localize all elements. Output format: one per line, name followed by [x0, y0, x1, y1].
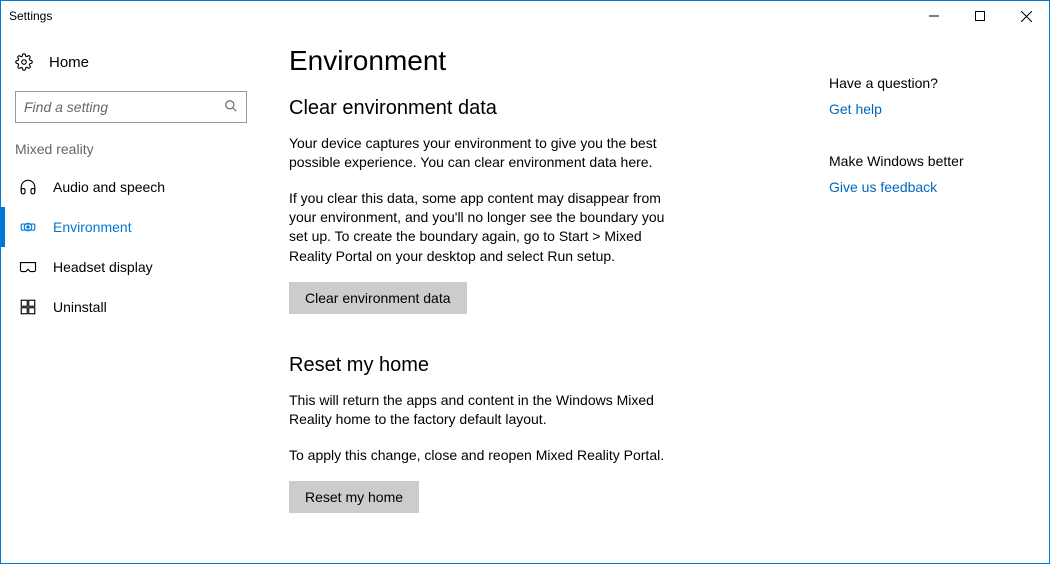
minimize-icon — [929, 11, 939, 21]
search-box[interactable] — [15, 91, 247, 123]
window-controls — [911, 1, 1049, 31]
search-input[interactable] — [24, 99, 224, 115]
clear-environment-data-button[interactable]: Clear environment data — [289, 282, 467, 314]
section-heading: Clear environment data — [289, 97, 819, 120]
titlebar: Settings — [1, 1, 1049, 31]
help-block: Have a question? Get help — [829, 75, 964, 117]
sidebar: Home Mixed reality Audio and speech Envi… — [1, 31, 271, 563]
sidebar-item-audio-and-speech[interactable]: Audio and speech — [1, 167, 271, 207]
environment-icon — [19, 218, 37, 236]
window-title: Settings — [9, 9, 52, 23]
help-panel: Have a question? Get help Make Windows b… — [819, 45, 964, 563]
section-text: Your device captures your environment to… — [289, 134, 669, 173]
page-title: Environment — [289, 45, 819, 77]
close-button[interactable] — [1003, 1, 1049, 31]
minimize-button[interactable] — [911, 1, 957, 31]
sidebar-item-label: Audio and speech — [53, 179, 165, 195]
section-text: If you clear this data, some app content… — [289, 189, 669, 266]
help-heading: Have a question? — [829, 75, 964, 91]
get-help-link[interactable]: Get help — [829, 101, 964, 117]
search-wrap — [1, 83, 271, 141]
headset-icon — [19, 260, 37, 274]
section-heading: Reset my home — [289, 354, 819, 377]
feedback-heading: Make Windows better — [829, 153, 964, 169]
section-text: To apply this change, close and reopen M… — [289, 446, 669, 465]
content: Home Mixed reality Audio and speech Envi… — [1, 31, 1049, 563]
headphones-icon — [19, 178, 37, 196]
home-label: Home — [49, 54, 89, 71]
give-feedback-link[interactable]: Give us feedback — [829, 179, 964, 195]
sidebar-item-environment[interactable]: Environment — [1, 207, 271, 247]
reset-my-home-button[interactable]: Reset my home — [289, 481, 419, 513]
search-icon — [224, 99, 238, 116]
maximize-button[interactable] — [957, 1, 1003, 31]
sidebar-item-label: Environment — [53, 219, 132, 235]
category-label: Mixed reality — [1, 141, 271, 167]
feedback-block: Make Windows better Give us feedback — [829, 153, 964, 195]
sidebar-item-label: Headset display — [53, 259, 153, 275]
main: Environment Clear environment data Your … — [271, 31, 1049, 563]
close-icon — [1021, 11, 1032, 22]
maximize-icon — [975, 11, 985, 21]
uninstall-icon — [19, 298, 37, 316]
home-button[interactable]: Home — [1, 41, 271, 83]
section-text: This will return the apps and content in… — [289, 391, 669, 430]
main-content: Environment Clear environment data Your … — [289, 45, 819, 563]
sidebar-item-headset-display[interactable]: Headset display — [1, 247, 271, 287]
gear-icon — [15, 53, 33, 71]
sidebar-item-uninstall[interactable]: Uninstall — [1, 287, 271, 327]
sidebar-item-label: Uninstall — [53, 299, 107, 315]
